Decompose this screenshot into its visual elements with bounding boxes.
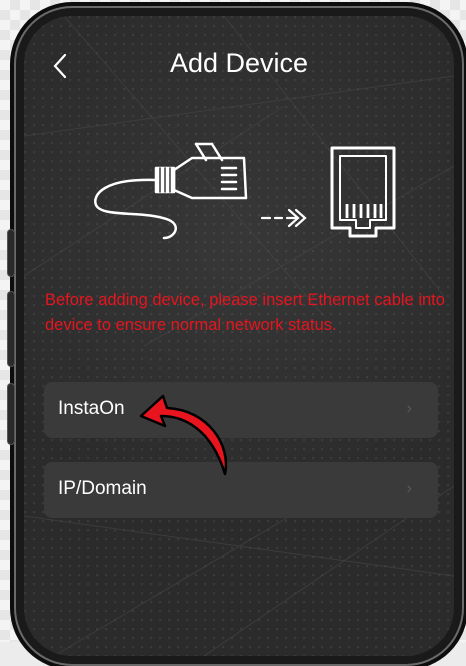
app-screen: Add Device Before adding device, please … — [24, 16, 454, 656]
warning-message: Before adding device, please insert Ethe… — [45, 291, 445, 334]
volume-up-button — [8, 230, 14, 276]
side-button — [8, 384, 14, 444]
ethernet-cable-icon — [94, 142, 248, 240]
ethernet-port-icon — [330, 146, 396, 238]
volume-down-button — [8, 292, 14, 366]
chevron-right-icon: › — [406, 480, 412, 497]
page-title: Add Device — [169, 48, 309, 78]
chevron-right-icon: › — [406, 400, 412, 417]
menu-item-label: InstaOn — [58, 398, 125, 419]
dashed-arrow-icon — [260, 208, 307, 228]
ethernet-illustration — [94, 142, 396, 240]
red-pointer-arrow-icon — [139, 394, 228, 476]
